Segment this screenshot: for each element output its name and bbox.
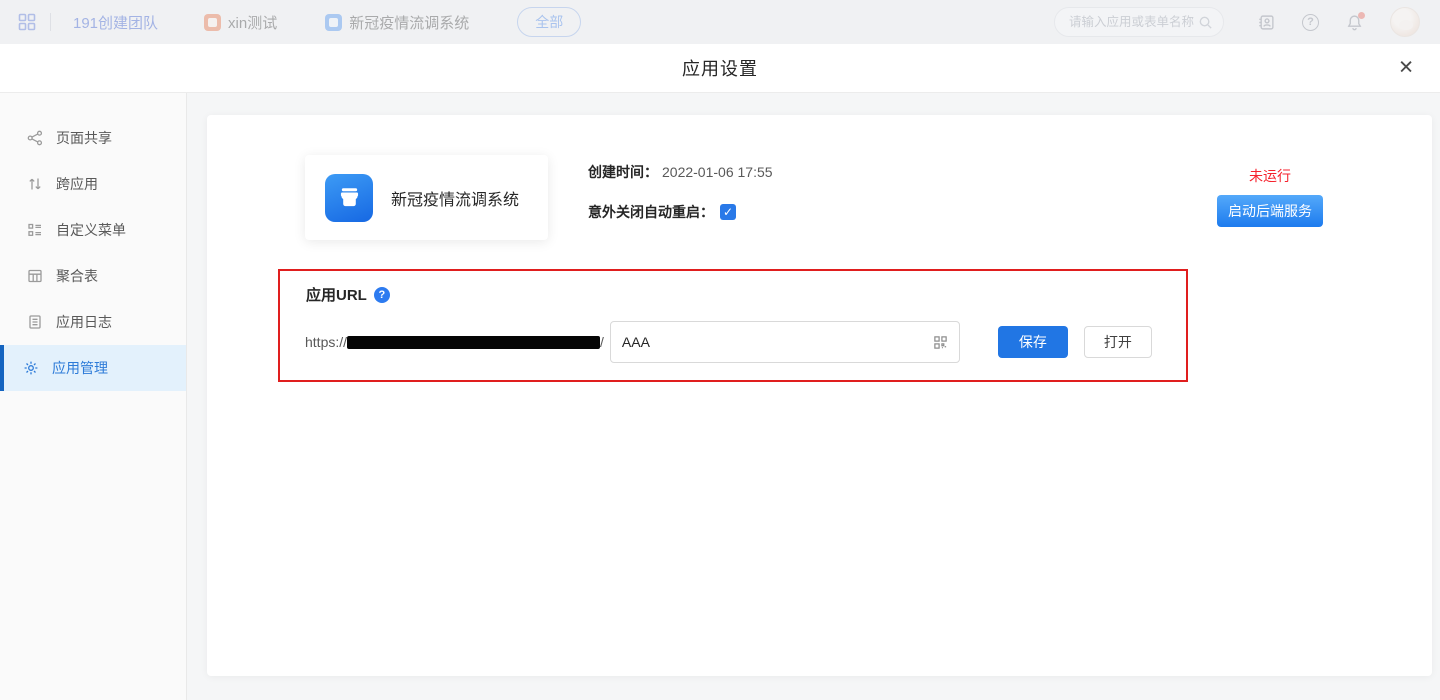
topbar-divider bbox=[50, 13, 51, 31]
share-icon bbox=[27, 130, 43, 146]
app-name: 新冠疫情流调系统 bbox=[391, 186, 519, 210]
notification-bell-icon[interactable] bbox=[1346, 14, 1363, 31]
url-slug-field bbox=[610, 321, 960, 363]
modal-header: 应用设置 ✕ bbox=[0, 44, 1440, 93]
sidebar-item-page-share[interactable]: 页面共享 bbox=[0, 115, 186, 161]
workspace-icon-blue bbox=[325, 14, 342, 31]
sidebar-item-cross-app[interactable]: 跨应用 bbox=[0, 161, 186, 207]
team-name[interactable]: 191创建团队 bbox=[73, 12, 158, 33]
app-management-panel: 新冠疫情流调系统 创建时间： 2022-01-06 17:55 意外关闭自动重启… bbox=[207, 115, 1432, 676]
app-url-row: https:// / 保存 打开 bbox=[305, 321, 1152, 363]
search-input[interactable] bbox=[1069, 15, 1198, 29]
service-status-box: 未运行 启动后端服务 bbox=[1217, 166, 1323, 227]
sidebar-item-label: 聚合表 bbox=[56, 266, 98, 286]
gear-icon bbox=[23, 360, 39, 376]
app-url-title-row: 应用URL ? bbox=[306, 284, 390, 305]
redacted-url-bar bbox=[347, 336, 600, 349]
save-button[interactable]: 保存 bbox=[998, 326, 1068, 358]
created-time-value: 2022-01-06 17:55 bbox=[662, 164, 773, 180]
url-prefix: https:// bbox=[305, 334, 347, 350]
address-book-icon[interactable] bbox=[1258, 14, 1275, 31]
table-icon bbox=[27, 268, 43, 284]
global-search-box[interactable] bbox=[1054, 7, 1224, 37]
swap-arrows-icon bbox=[27, 176, 43, 192]
page-title: 应用设置 bbox=[682, 55, 758, 81]
top-bar: 191创建团队 xin测试 新冠疫情流调系统 全部 bbox=[0, 0, 1440, 44]
sidebar-item-label: 应用日志 bbox=[56, 312, 112, 332]
app-url-label: 应用URL bbox=[306, 284, 367, 305]
created-time-label: 创建时间： bbox=[588, 162, 658, 182]
annotation-highlight-box: 应用URL ? https:// / bbox=[278, 269, 1188, 382]
url-suffix: / bbox=[600, 334, 604, 350]
notification-dot bbox=[1358, 12, 1365, 19]
workspace-tab-covid-system[interactable]: 新冠疫情流调系统 bbox=[325, 12, 469, 33]
document-icon bbox=[27, 314, 43, 330]
sidebar-item-app-management[interactable]: 应用管理 bbox=[0, 345, 186, 391]
url-help-icon[interactable]: ? bbox=[374, 287, 390, 303]
url-slug-input[interactable] bbox=[622, 334, 933, 350]
all-apps-pill[interactable]: 全部 bbox=[517, 7, 581, 37]
settings-sidebar: 页面共享 跨应用 自定义菜单 bbox=[0, 93, 187, 700]
app-store-icon bbox=[325, 174, 373, 222]
status-badge: 未运行 bbox=[1217, 166, 1323, 186]
user-avatar[interactable] bbox=[1390, 7, 1420, 37]
sidebar-item-aggregate-table[interactable]: 聚合表 bbox=[0, 253, 186, 299]
workspace-tab-label: 新冠疫情流调系统 bbox=[349, 12, 469, 33]
menu-list-icon bbox=[27, 222, 43, 238]
auto-restart-checkbox[interactable]: ✓ bbox=[720, 204, 736, 220]
qr-code-icon[interactable] bbox=[933, 335, 948, 350]
workspace-tab-xin-test[interactable]: xin测试 bbox=[204, 12, 277, 33]
sidebar-item-label: 跨应用 bbox=[56, 174, 98, 194]
app-card: 新冠疫情流调系统 bbox=[305, 155, 548, 240]
open-button[interactable]: 打开 bbox=[1084, 326, 1152, 358]
sidebar-item-label: 应用管理 bbox=[52, 358, 108, 378]
close-icon[interactable]: ✕ bbox=[1398, 59, 1414, 78]
sidebar-item-label: 页面共享 bbox=[56, 128, 112, 148]
sidebar-item-custom-menu[interactable]: 自定义菜单 bbox=[0, 207, 186, 253]
app-info-block: 创建时间： 2022-01-06 17:55 意外关闭自动重启： ✓ bbox=[588, 162, 773, 242]
sidebar-item-app-log[interactable]: 应用日志 bbox=[0, 299, 186, 345]
search-icon bbox=[1198, 15, 1213, 30]
help-icon[interactable]: ? bbox=[1302, 14, 1319, 31]
auto-restart-row: 意外关闭自动重启： ✓ bbox=[588, 202, 773, 222]
workspace-icon-orange bbox=[204, 14, 221, 31]
sidebar-item-label: 自定义菜单 bbox=[56, 220, 126, 240]
auto-restart-label: 意外关闭自动重启： bbox=[588, 202, 714, 222]
app-launcher-grid-icon[interactable] bbox=[18, 13, 36, 31]
settings-content: 新冠疫情流调系统 创建时间： 2022-01-06 17:55 意外关闭自动重启… bbox=[187, 93, 1440, 700]
start-backend-service-button[interactable]: 启动后端服务 bbox=[1217, 195, 1323, 227]
created-time-row: 创建时间： 2022-01-06 17:55 bbox=[588, 162, 773, 182]
workspace-tab-label: xin测试 bbox=[228, 12, 277, 33]
